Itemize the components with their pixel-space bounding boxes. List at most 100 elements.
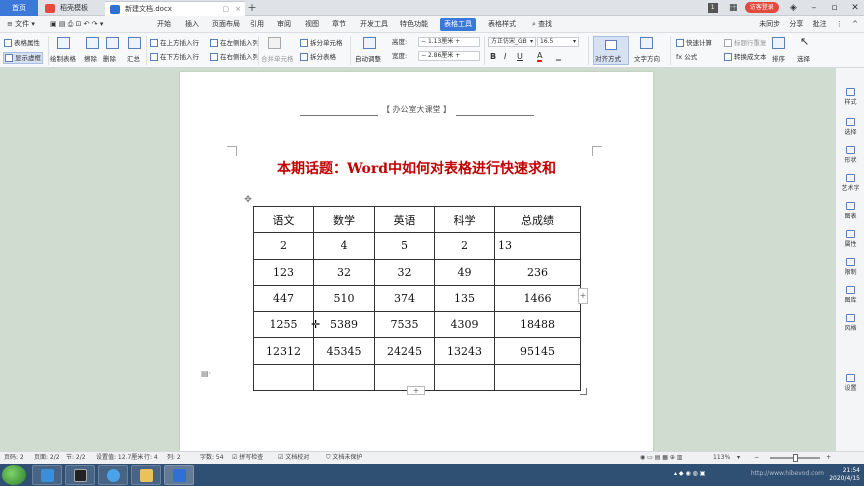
view-mode-icons[interactable]: ◉ ▭ ▤ ▦ ⊕ ▥ [640, 452, 682, 464]
file-menu[interactable]: ≡ 文件 ▾ [3, 16, 39, 33]
preview-icon[interactable]: ⊡ [76, 20, 82, 28]
more-icon[interactable]: ⋮ [836, 20, 843, 28]
summary-icon[interactable] [128, 37, 141, 49]
summary-button[interactable]: 汇总 [127, 54, 140, 64]
zoom-in-icon[interactable]: + [826, 452, 831, 464]
taskbar-app-wps[interactable] [164, 465, 194, 485]
print-icon[interactable]: ⎙ [68, 20, 74, 28]
table-cell[interactable]: 447 [253, 284, 314, 313]
show-gridlines-toggle[interactable]: 显示虚框 [3, 52, 43, 64]
minimize-icon[interactable]: – [805, 0, 823, 16]
start-button[interactable] [2, 465, 26, 485]
sidebar-item-chart[interactable]: 图表 [836, 202, 864, 220]
status-pages[interactable]: 页面: 2/2 [34, 452, 60, 464]
redo-icon[interactable]: ↷ [92, 20, 98, 28]
quick-calc-button[interactable]: 快速计算 [676, 38, 712, 48]
tray-icons[interactable]: ▴ ◆ ◉ ◍ ▣ [674, 470, 705, 477]
sidebar-item-settings[interactable]: 设置 [836, 374, 864, 392]
table-cell[interactable]: 49 [434, 258, 495, 286]
close-window-icon[interactable]: ✕ [846, 0, 864, 16]
tab-table-tools[interactable]: 表格工具 [440, 18, 476, 31]
font-name-select[interactable]: 方正仿宋_GB ▾ [488, 37, 536, 47]
table-cell[interactable]: 2 [253, 232, 314, 260]
insert-row-below-button[interactable]: 在下方插入行 [150, 52, 199, 62]
table-cell[interactable] [253, 363, 314, 392]
plus-icon[interactable]: + [453, 52, 460, 59]
insert-row-above-button[interactable]: 在上方插入行 [150, 38, 199, 48]
autofit-button[interactable]: 自动调整 [355, 54, 381, 64]
open-icon[interactable]: ▤ [59, 20, 66, 28]
sidebar-item-properties[interactable]: 属性 [836, 230, 864, 248]
table-cell[interactable] [313, 363, 375, 392]
undo-icon[interactable]: ↶ [84, 20, 90, 28]
table-cell[interactable]: 4309 [434, 311, 495, 339]
table-cell[interactable]: 45345 [313, 337, 375, 365]
convert-to-text-button[interactable]: 转换成文本 [724, 52, 767, 62]
menu-view[interactable]: 视图 [301, 16, 323, 33]
add-column-button[interactable]: + [578, 288, 588, 304]
tab-table-style[interactable]: 表格样式 [484, 16, 520, 33]
sort-icon[interactable] [772, 37, 785, 49]
minus-icon[interactable]: − [421, 52, 428, 59]
table-cell-total[interactable]: 236 [494, 258, 581, 286]
grid-icon[interactable]: ▦ [724, 0, 742, 16]
table-cell-total[interactable]: 1466 [494, 284, 581, 313]
table-cell[interactable]: 4 [313, 232, 375, 260]
plus-icon[interactable]: + [453, 38, 460, 45]
merge-cells-button[interactable]: 合并单元格 [261, 54, 294, 64]
menu-insert[interactable]: 插入 [181, 16, 203, 33]
status-page-number[interactable]: 页码: 2 [4, 452, 24, 464]
chevron-down-icon[interactable]: ▾ [100, 20, 104, 28]
font-color-button[interactable]: A [537, 52, 543, 62]
save-icon[interactable]: ▣ [50, 20, 57, 28]
sync-status[interactable]: 未同步 [759, 20, 780, 28]
tab-docer-templates[interactable]: 稻壳模板 [40, 1, 102, 16]
cursor-select-icon[interactable]: ↖ [800, 36, 809, 47]
table-cell[interactable]: 12312 [253, 337, 314, 365]
delete-icon[interactable] [106, 37, 119, 49]
table-cell[interactable]: 5 [374, 232, 435, 260]
minus-icon[interactable]: − [421, 38, 428, 45]
autofit-icon[interactable] [363, 37, 376, 49]
menu-review[interactable]: 审阅 [273, 16, 295, 33]
table-cell[interactable] [374, 363, 435, 392]
protect-status[interactable]: ⛉ 文档未保护 [326, 452, 362, 464]
maximize-icon[interactable]: ▫ [825, 0, 843, 16]
taskbar-app-explorer[interactable] [131, 465, 161, 485]
status-word-count[interactable]: 字数: 54 [200, 452, 224, 464]
sidebar-item-restrict[interactable]: 限制 [836, 258, 864, 276]
taskbar-app-media[interactable] [32, 465, 62, 485]
menu-features[interactable]: 特色功能 [396, 16, 432, 33]
table-cell[interactable]: 13243 [434, 337, 495, 365]
italic-button[interactable]: I [504, 52, 506, 62]
insert-col-left-button[interactable]: 在左侧插入列 [210, 38, 259, 48]
header-cell-chinese[interactable]: 语文 [253, 205, 314, 234]
status-setting-value[interactable]: 设置值: 12.7厘米 [96, 452, 143, 464]
sort-button[interactable]: 排序 [772, 54, 785, 64]
table-cell[interactable]: 7535 [374, 311, 435, 339]
height-stepper[interactable]: − 1.13厘米 + [418, 37, 480, 47]
repeat-title-row-button[interactable]: 标题行重复 [724, 38, 767, 48]
table-cell-total[interactable]: 95145 [494, 337, 581, 365]
table-cell-total[interactable] [494, 363, 581, 392]
menu-page-layout[interactable]: 页面布局 [208, 16, 244, 33]
taskbar-app-browser[interactable] [98, 465, 128, 485]
header-cell-total[interactable]: 总成绩 [494, 205, 581, 234]
share-button[interactable]: 分享 [789, 20, 803, 28]
comment-button[interactable]: 批注 [813, 20, 827, 28]
collapse-ribbon-icon[interactable]: ^ [852, 20, 858, 28]
score-table[interactable]: 语文 数学 英语 科学 总成绩 2 4 5 2 13 123 32 32 49 … [253, 205, 581, 392]
sidebar-item-shape[interactable]: 形状 [836, 146, 864, 164]
sidebar-item-wordart[interactable]: 艺术字 [836, 174, 864, 192]
split-table-button[interactable]: 拆分表格 [300, 52, 336, 62]
new-tab-button[interactable]: + [246, 1, 258, 15]
table-cell[interactable] [434, 363, 495, 392]
menu-developer[interactable]: 开发工具 [356, 16, 392, 33]
sidebar-item-gallery[interactable]: 图库 [836, 286, 864, 304]
font-size-select[interactable]: 16.5 ▾ [537, 37, 579, 47]
chevron-down-icon[interactable]: ▾ [737, 452, 740, 464]
monitor-icon[interactable]: ▢ [222, 2, 229, 17]
header-cell-math[interactable]: 数学 [313, 205, 375, 234]
tab-count-badge[interactable]: 1 [707, 3, 718, 13]
table-cell[interactable]: 32 [313, 258, 375, 286]
